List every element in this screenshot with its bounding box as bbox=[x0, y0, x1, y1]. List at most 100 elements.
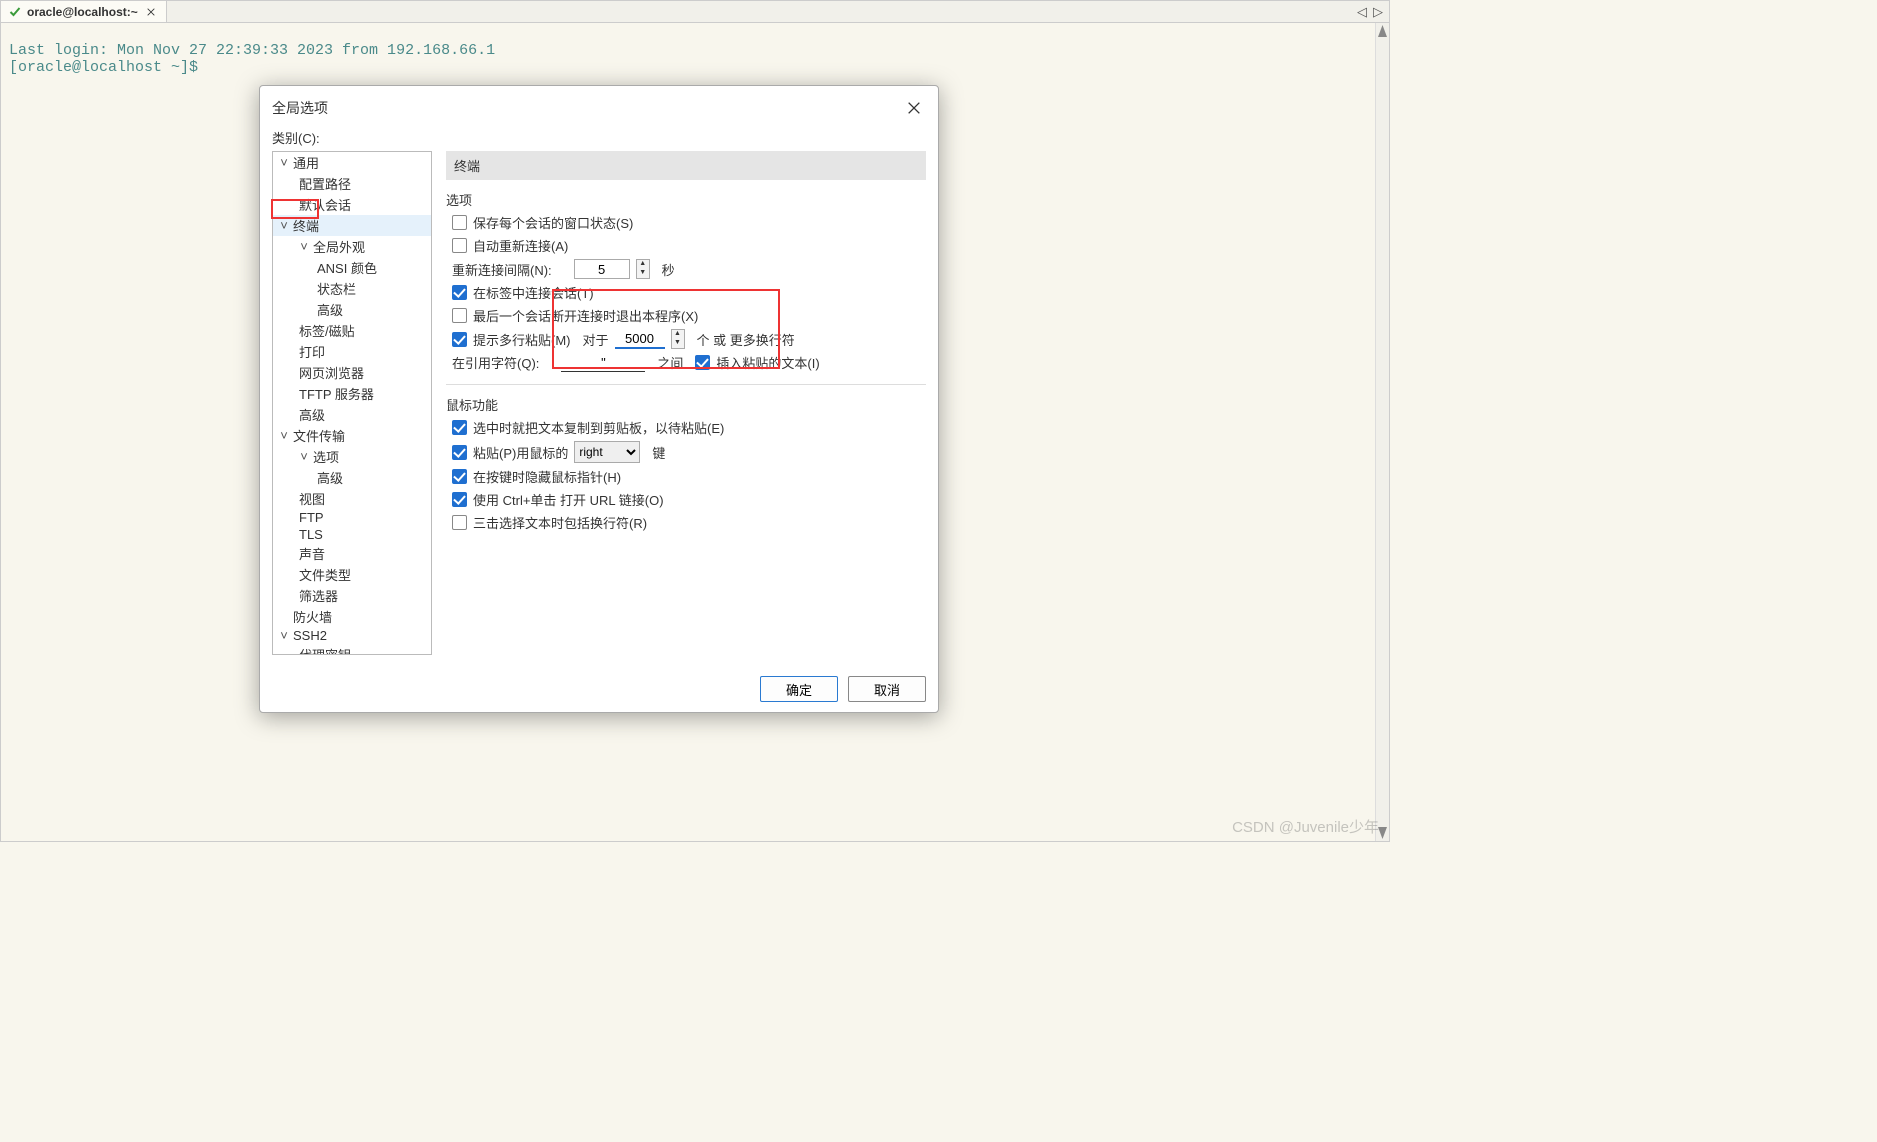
tree-expander-icon[interactable]: ˅ bbox=[279, 428, 289, 443]
watermark-text: CSDN @Juvenile少年 bbox=[1232, 816, 1379, 837]
tree-item-label: TFTP 服务器 bbox=[299, 384, 374, 403]
tree-item-label: 通用 bbox=[293, 153, 319, 172]
tree-item-label: 状态栏 bbox=[317, 279, 356, 298]
tree-item-label: 文件传输 bbox=[293, 426, 345, 445]
tree-item-label: 声音 bbox=[299, 544, 325, 563]
tree-item-20[interactable]: 文件类型 bbox=[273, 564, 431, 585]
tree-item-4[interactable]: ˅ 全局外观 bbox=[273, 236, 431, 257]
label-reconnect-interval: 重新连接间隔(N): bbox=[452, 260, 552, 279]
tree-expander-icon[interactable]: ˅ bbox=[279, 155, 289, 170]
tree-item-16[interactable]: 视图 bbox=[273, 488, 431, 509]
tree-item-label: 网页浏览器 bbox=[299, 363, 364, 382]
tree-item-label: FTP bbox=[299, 510, 324, 525]
tree-item-1[interactable]: 配置路径 bbox=[273, 173, 431, 194]
check-icon bbox=[9, 6, 21, 18]
tree-item-label: 代理密钥 bbox=[299, 645, 351, 655]
label-ctrl-click-url: 使用 Ctrl+单击 打开 URL 链接(O) bbox=[473, 490, 664, 509]
close-icon bbox=[146, 7, 156, 17]
tree-item-label: 全局外观 bbox=[313, 237, 365, 256]
label-paste-mouse: 粘贴(P)用鼠标的 bbox=[473, 443, 568, 462]
tree-item-label: 文件类型 bbox=[299, 565, 351, 584]
cancel-button[interactable]: 取消 bbox=[848, 676, 926, 702]
tree-expander-icon[interactable]: ˅ bbox=[279, 628, 289, 643]
tab-close-button[interactable] bbox=[144, 5, 158, 19]
checkbox-copy-on-select[interactable] bbox=[452, 420, 467, 435]
checkbox-exit-on-last[interactable] bbox=[452, 308, 467, 323]
tree-item-7[interactable]: 高级 bbox=[273, 299, 431, 320]
tree-item-11[interactable]: TFTP 服务器 bbox=[273, 383, 431, 404]
tree-item-9[interactable]: 打印 bbox=[273, 341, 431, 362]
checkbox-paste-mouse[interactable] bbox=[452, 445, 467, 460]
tree-item-label: 标签/磁贴 bbox=[299, 321, 355, 340]
checkbox-prompt-multiline-paste[interactable] bbox=[452, 332, 467, 347]
tree-expander-icon[interactable]: ˅ bbox=[279, 218, 289, 233]
dialog-close-button[interactable] bbox=[902, 96, 926, 120]
tab-title: oracle@localhost:~ bbox=[27, 5, 138, 19]
tree-item-10[interactable]: 网页浏览器 bbox=[273, 362, 431, 383]
tab-prev-button[interactable]: ◁ bbox=[1355, 4, 1369, 20]
category-label: 类别(C): bbox=[260, 128, 938, 151]
app-window: oracle@localhost:~ ◁ ▷ Last login: Mon N… bbox=[0, 0, 1390, 842]
label-key: 键 bbox=[652, 443, 665, 462]
tree-item-5[interactable]: ANSI 颜色 bbox=[273, 257, 431, 278]
ok-button[interactable]: 确定 bbox=[760, 676, 838, 702]
tree-item-24[interactable]: 代理密钥 bbox=[273, 644, 431, 655]
tree-expander-icon[interactable]: ˅ bbox=[299, 239, 309, 254]
reconnect-interval-input[interactable] bbox=[574, 259, 630, 279]
label-auto-reconnect: 自动重新连接(A) bbox=[473, 236, 568, 255]
tree-item-6[interactable]: 状态栏 bbox=[273, 278, 431, 299]
tree-item-18[interactable]: TLS bbox=[273, 526, 431, 543]
tree-item-19[interactable]: 声音 bbox=[273, 543, 431, 564]
tree-item-label: 筛选器 bbox=[299, 586, 338, 605]
tree-item-label: ANSI 颜色 bbox=[317, 258, 377, 277]
label-triple-click-newline: 三击选择文本时包括换行符(R) bbox=[473, 513, 647, 532]
section-separator bbox=[446, 384, 926, 385]
tab-bar: oracle@localhost:~ ◁ ▷ bbox=[1, 1, 1389, 23]
reconnect-interval-spinner[interactable]: ▲▼ bbox=[636, 259, 650, 279]
label-seconds: 秒 bbox=[662, 260, 675, 279]
checkbox-connect-in-tab[interactable] bbox=[452, 285, 467, 300]
tab-nav-arrows: ◁ ▷ bbox=[1355, 1, 1385, 22]
tree-item-17[interactable]: FTP bbox=[273, 509, 431, 526]
checkbox-save-window-state[interactable] bbox=[452, 215, 467, 230]
tree-item-14[interactable]: ˅选项 bbox=[273, 446, 431, 467]
tree-item-label: 高级 bbox=[299, 405, 325, 424]
label-save-window-state: 保存每个会话的窗口状态(S) bbox=[473, 213, 633, 232]
checkbox-auto-reconnect[interactable] bbox=[452, 238, 467, 253]
tab-next-button[interactable]: ▷ bbox=[1371, 4, 1385, 20]
tree-item-8[interactable]: 标签/磁贴 bbox=[273, 320, 431, 341]
tree-expander-icon[interactable]: ˅ bbox=[299, 449, 309, 464]
category-tree[interactable]: ˅通用配置路径默认会话˅终端˅全局外观ANSI 颜色状态栏高级标签/磁贴打印网页… bbox=[272, 151, 432, 655]
tree-item-label: 打印 bbox=[299, 342, 325, 361]
label-copy-on-select: 选中时就把文本复制到剪贴板，以待粘贴(E) bbox=[473, 418, 724, 437]
tree-item-0[interactable]: ˅ 通用 bbox=[273, 152, 431, 173]
tree-item-15[interactable]: 高级 bbox=[273, 467, 431, 488]
annotation-highlight-1 bbox=[271, 199, 319, 219]
global-options-dialog: 全局选项 类别(C): ˅通用配置路径默认会话˅终端˅全局外观ANSI 颜色状态… bbox=[259, 85, 939, 713]
vertical-scrollbar[interactable] bbox=[1375, 23, 1389, 841]
label-quote-chars: 在引用字符(Q): bbox=[452, 353, 539, 372]
tree-item-label: 防火墙 bbox=[293, 607, 332, 626]
dialog-title: 全局选项 bbox=[272, 98, 328, 118]
panel-header: 终端 bbox=[446, 151, 926, 180]
tree-item-label: 配置路径 bbox=[299, 174, 351, 193]
close-icon bbox=[906, 100, 922, 116]
options-section-label: 选项 bbox=[446, 190, 926, 209]
settings-panel: 终端 选项 保存每个会话的窗口状态(S) 自动重新连接(A) 重新连接间隔(N)… bbox=[446, 151, 926, 655]
checkbox-triple-click-newline[interactable] bbox=[452, 515, 467, 530]
tree-item-22[interactable]: 防火墙 bbox=[273, 606, 431, 627]
paste-mouse-button-select[interactable]: right bbox=[574, 441, 640, 463]
tree-item-13[interactable]: ˅ 文件传输 bbox=[273, 425, 431, 446]
tree-item-label: 高级 bbox=[317, 300, 343, 319]
tree-item-21[interactable]: 筛选器 bbox=[273, 585, 431, 606]
annotation-highlight-2 bbox=[552, 289, 780, 369]
tree-item-label: TLS bbox=[299, 527, 323, 542]
checkbox-ctrl-click-url[interactable] bbox=[452, 492, 467, 507]
terminal-line-1: Last login: Mon Nov 27 22:39:33 2023 fro… bbox=[9, 42, 495, 59]
tree-item-12[interactable]: 高级 bbox=[273, 404, 431, 425]
tree-item-label: SSH2 bbox=[293, 628, 327, 643]
tree-item-23[interactable]: ˅ SSH2 bbox=[273, 627, 431, 644]
checkbox-hide-pointer[interactable] bbox=[452, 469, 467, 484]
session-tab[interactable]: oracle@localhost:~ bbox=[1, 1, 167, 22]
terminal-prompt: [oracle@localhost ~]$ bbox=[9, 59, 198, 76]
